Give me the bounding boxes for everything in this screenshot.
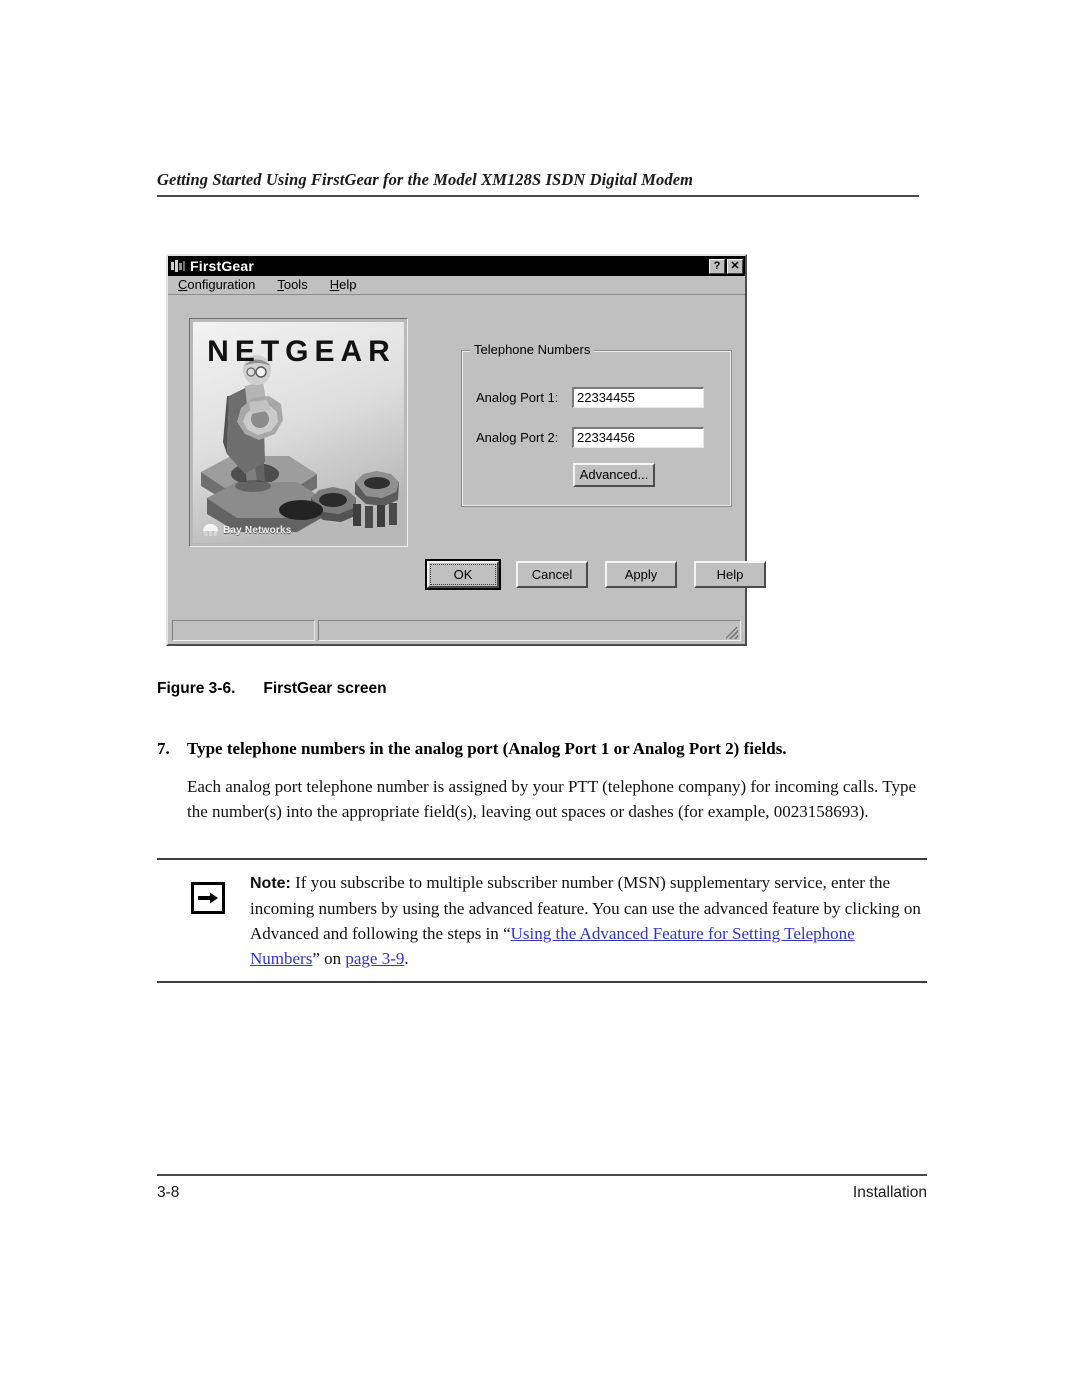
window-titlebar[interactable]: FirstGear ? ✕ <box>168 256 745 276</box>
note-text: Note: If you subscribe to multiple subsc… <box>250 870 927 971</box>
header-title: Getting Started Using FirstGear for the … <box>157 170 694 189</box>
document-page: Getting Started Using FirstGear for the … <box>0 0 1080 1397</box>
footer-divider <box>157 1174 927 1176</box>
ok-button-label: OK <box>453 566 473 582</box>
status-pane-right <box>318 620 741 641</box>
window-controls[interactable]: ? ✕ <box>709 258 743 274</box>
figure-number: Figure 3-6. <box>157 680 236 697</box>
netgear-splash-image: NETGEAR Bay Networks <box>189 318 408 547</box>
help-button-titlebar[interactable]: ? <box>709 258 725 274</box>
analog-port-2-label: Analog Port 2: <box>476 429 559 445</box>
bay-networks-label: Bay Networks <box>223 524 292 536</box>
footer-section: Installation <box>852 1184 927 1201</box>
menu-label-help-rest: elp <box>339 277 357 292</box>
dialog-body: NETGEAR Bay Networks Telephone Numbers A… <box>168 295 766 645</box>
body-paragraph: Each analog port telephone number is ass… <box>187 777 916 821</box>
advanced-button[interactable]: Advanced... <box>573 463 655 487</box>
step-number: 7. <box>157 739 170 758</box>
analog-port-1-row: Analog Port 1: 22334455 <box>476 387 704 408</box>
page-footer: 3-8 Installation <box>157 1174 927 1202</box>
note-body-after: . <box>404 949 409 968</box>
status-bar <box>172 620 741 641</box>
bay-networks-logo: Bay Networks <box>202 524 292 537</box>
cancel-button[interactable]: Cancel <box>516 561 588 588</box>
arrow-glyph <box>198 892 218 904</box>
analog-port-1-label: Analog Port 1: <box>476 389 559 405</box>
note-rule-bottom <box>157 981 927 983</box>
note-quote-open: “ <box>503 924 511 943</box>
close-icon[interactable]: ✕ <box>727 258 743 274</box>
figure-caption: Figure 3-6. FirstGear screen <box>157 680 387 698</box>
note-block: Note: If you subscribe to multiple subsc… <box>157 858 927 983</box>
header-divider <box>157 195 919 197</box>
figure-title: FirstGear screen <box>263 680 387 697</box>
analog-port-2-input[interactable]: 22334456 <box>572 427 704 448</box>
window-title: FirstGear <box>190 258 255 274</box>
step-7: 7. Type telephone numbers in the analog … <box>157 739 927 759</box>
status-pane-left <box>172 620 315 641</box>
note-label: Note: <box>250 875 291 892</box>
group-legend: Telephone Numbers <box>470 343 595 357</box>
ok-button[interactable]: OK <box>425 559 501 590</box>
help-button[interactable]: Help <box>694 561 766 588</box>
footer-page-number: 3-8 <box>157 1184 180 1201</box>
menu-item-help[interactable]: Help <box>330 278 357 292</box>
analog-port-2-row: Analog Port 2: 22334456 <box>476 427 704 448</box>
menu-label-configuration-rest: onfiguration <box>187 277 256 292</box>
netgear-wordmark: NETGEAR <box>207 335 396 368</box>
apply-button[interactable]: Apply <box>605 561 677 588</box>
link-page-3-9[interactable]: page 3-9 <box>345 949 404 968</box>
step-text: Type telephone numbers in the analog por… <box>187 739 787 758</box>
note-quote-close: ” <box>312 949 320 968</box>
app-icon <box>171 259 186 273</box>
menu-label-tools-rest: ools <box>283 277 308 292</box>
note-body-middle: on <box>319 949 346 968</box>
menu-bar[interactable]: Configuration Tools Help <box>168 276 745 295</box>
right-arrow-icon <box>191 882 225 914</box>
firstgear-window[interactable]: FirstGear ? ✕ Configuration Tools Help N… <box>166 254 766 646</box>
menu-item-tools[interactable]: Tools <box>277 278 307 292</box>
menu-item-configuration[interactable]: Configuration <box>178 278 255 292</box>
analog-port-1-input[interactable]: 22334455 <box>572 387 704 408</box>
dialog-action-buttons: OK Cancel Apply Help <box>425 559 766 590</box>
telephone-numbers-group: Telephone Numbers Analog Port 1: 2233445… <box>461 343 732 507</box>
bay-networks-icon <box>202 524 219 537</box>
running-header: Getting Started Using FirstGear for the … <box>157 170 919 197</box>
resize-grip-icon[interactable] <box>726 627 738 639</box>
